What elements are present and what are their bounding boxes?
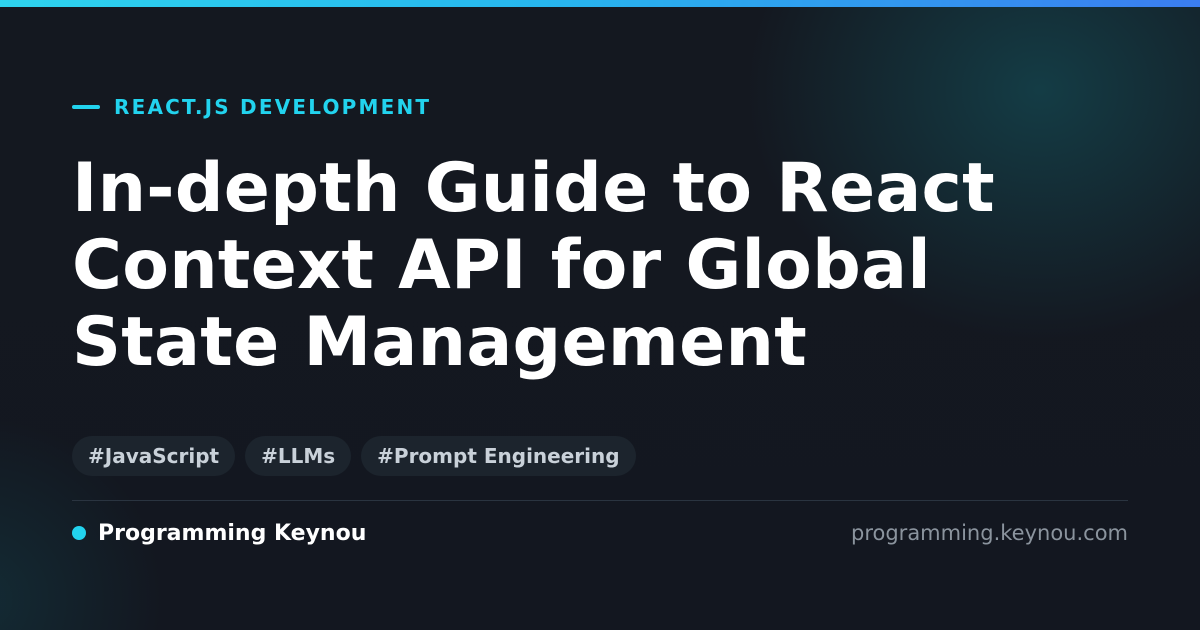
page-title: In-depth Guide to React Context API for … <box>72 150 1112 381</box>
category-label: REACT.JS DEVELOPMENT <box>72 95 431 119</box>
card-content: REACT.JS DEVELOPMENT In-depth Guide to R… <box>72 0 1128 630</box>
footer-divider <box>72 500 1128 501</box>
title-line-1: In-depth Guide to React <box>72 149 995 228</box>
category-dash-icon <box>72 105 100 109</box>
title-line-3: State Management <box>72 303 808 382</box>
brand-dot-icon <box>72 526 86 540</box>
tag-llms: #LLMs <box>245 436 352 476</box>
tag-list: #JavaScript #LLMs #Prompt Engineering <box>72 436 636 476</box>
tag-prompt-engineering: #Prompt Engineering <box>361 436 636 476</box>
footer: Programming Keynou programming.keynou.co… <box>72 517 1128 549</box>
category-text: REACT.JS DEVELOPMENT <box>114 95 432 119</box>
site-url: programming.keynou.com <box>851 521 1128 545</box>
brand-name: Programming Keynou <box>98 520 367 546</box>
tag-javascript: #JavaScript <box>72 436 236 476</box>
title-line-2: Context API for Global <box>72 226 931 305</box>
brand: Programming Keynou <box>72 521 366 546</box>
